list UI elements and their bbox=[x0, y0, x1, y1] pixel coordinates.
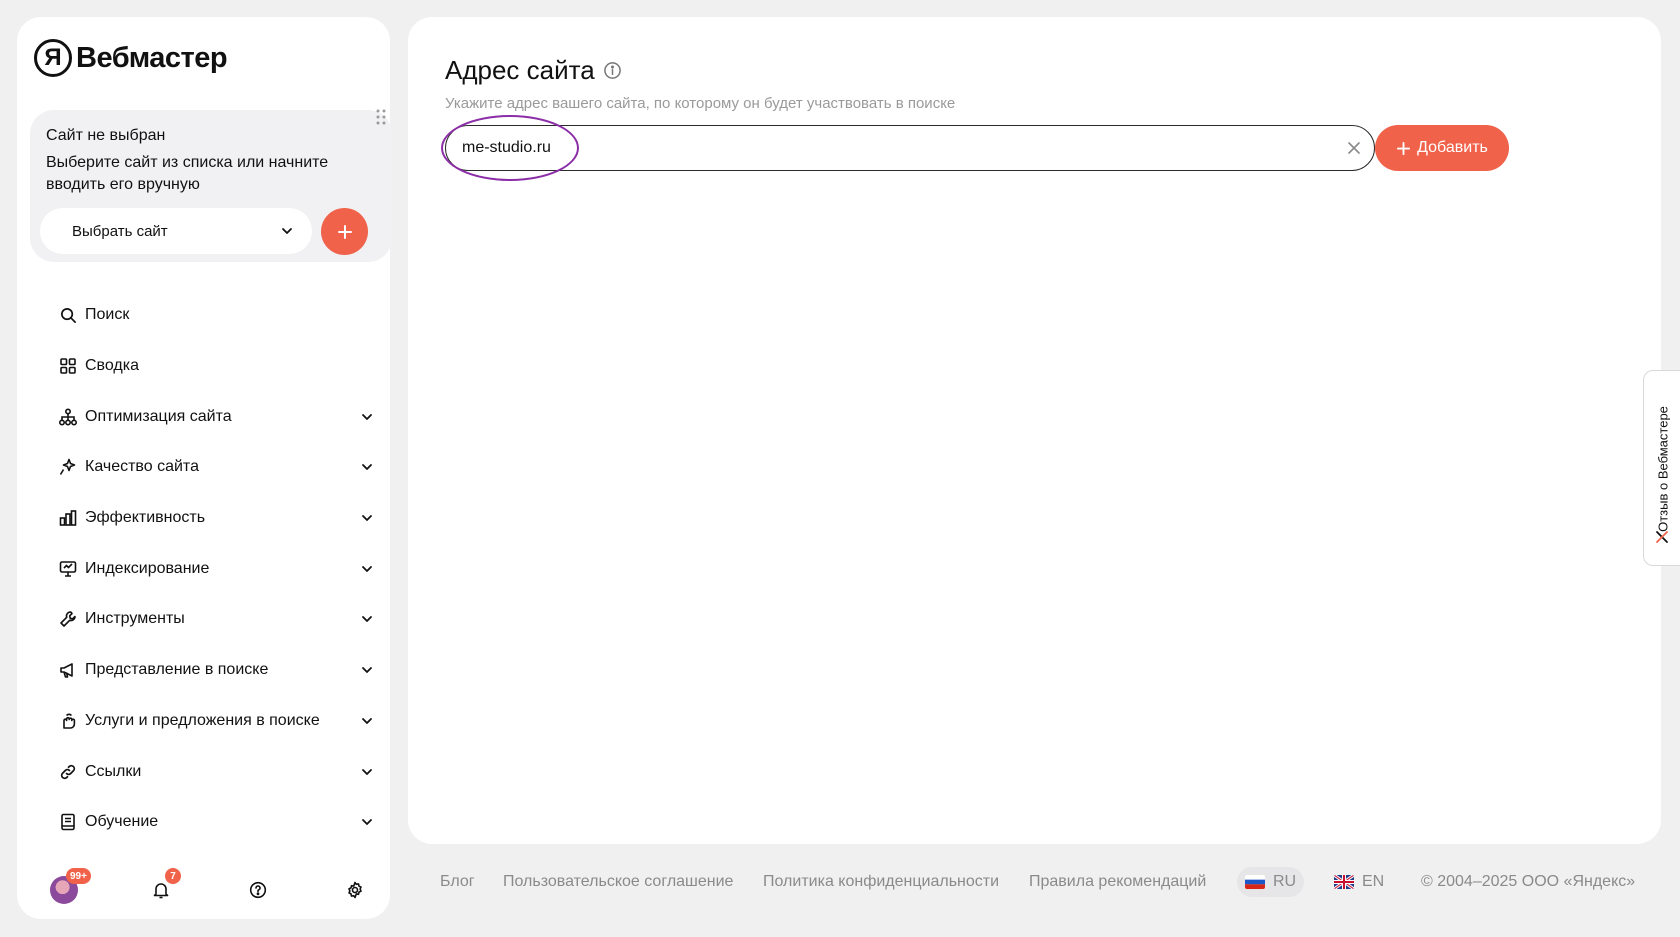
nav-item-summary[interactable]: Сводка bbox=[42, 341, 382, 392]
avatar-badge: 99+ bbox=[66, 868, 91, 884]
help-button[interactable] bbox=[240, 872, 276, 908]
language-ru[interactable]: RU bbox=[1237, 867, 1305, 897]
plus-icon bbox=[1396, 141, 1411, 156]
select-site-label: Выбрать сайт bbox=[72, 222, 168, 240]
hand-icon bbox=[59, 712, 77, 730]
notifications-button[interactable]: 7 bbox=[143, 868, 181, 908]
add-site-button[interactable] bbox=[321, 208, 368, 255]
megaphone-icon bbox=[59, 661, 77, 679]
user-avatar-button[interactable]: 99+ bbox=[46, 868, 91, 908]
uk-flag-icon bbox=[1334, 875, 1354, 889]
site-selector-card: Сайт не выбран Выберите сайт из списка и… bbox=[30, 110, 392, 262]
sidebar-bottom-bar: 99+ 7 bbox=[44, 868, 374, 910]
footer-link-recommendations[interactable]: Правила рекомендаций bbox=[1029, 867, 1206, 897]
link-icon bbox=[59, 763, 77, 781]
select-site-dropdown[interactable]: Выбрать сайт bbox=[40, 208, 312, 254]
page-subtitle: Укажите адрес вашего сайта, по которому … bbox=[445, 95, 956, 112]
add-button-label: Добавить bbox=[1417, 139, 1488, 156]
plus-icon bbox=[337, 224, 353, 240]
sidebar: Я Вебмастер Сайт не выбран Выберите сайт… bbox=[17, 17, 392, 919]
nav-item-label: Услуги и предложения в поиске bbox=[85, 711, 320, 729]
nav-item-label: Оптимизация сайта bbox=[85, 407, 232, 425]
grid-icon bbox=[59, 357, 77, 375]
nav-item-optimization[interactable]: Оптимизация сайта bbox=[42, 391, 382, 442]
nav-item-label: Индексирование bbox=[85, 559, 210, 577]
notifications-badge: 7 bbox=[165, 868, 181, 884]
add-site-submit-button[interactable]: Добавить bbox=[1375, 125, 1509, 171]
nav-item-label: Поиск bbox=[85, 306, 130, 324]
logo-text: Вебмастер bbox=[76, 41, 228, 74]
nav-item-search[interactable]: Поиск bbox=[42, 290, 382, 341]
nav-item-learning[interactable]: Обучение bbox=[42, 797, 382, 848]
nav-item-indexing[interactable]: Индексирование bbox=[42, 543, 382, 594]
nav-item-label: Инструменты bbox=[85, 610, 185, 628]
book-icon bbox=[59, 813, 77, 831]
gear-icon bbox=[346, 881, 364, 899]
nav-item-label: Сводка bbox=[85, 357, 140, 375]
help-icon bbox=[249, 881, 267, 899]
search-icon bbox=[59, 306, 77, 324]
sidebar-drag-handle[interactable] bbox=[376, 109, 386, 125]
sparkle-icon bbox=[59, 458, 77, 476]
nav-item-label: Эффективность bbox=[85, 509, 206, 527]
settings-button[interactable] bbox=[337, 872, 373, 908]
nav-item-links[interactable]: Ссылки bbox=[42, 746, 382, 797]
language-en-label: EN bbox=[1362, 873, 1385, 890]
chevron-down-icon bbox=[360, 612, 374, 626]
site-card-title: Сайт не выбран bbox=[46, 127, 166, 144]
sidebar-nav: Поиск Сводка Оптимизация сайта Качество … bbox=[42, 290, 382, 848]
footer-link-agreement[interactable]: Пользовательское соглашение bbox=[503, 867, 733, 897]
clear-icon[interactable] bbox=[1348, 142, 1360, 154]
chevron-down-icon bbox=[360, 410, 374, 424]
footer-link-privacy[interactable]: Политика конфиденциальности bbox=[763, 867, 999, 897]
feedback-label: Отзыв о Вебмастере bbox=[1655, 406, 1671, 532]
nav-item-efficiency[interactable]: Эффективность bbox=[42, 493, 382, 544]
bell-icon bbox=[152, 881, 170, 899]
copyright: © 2004–2025 ООО «Яндекс» bbox=[1421, 873, 1636, 890]
chevron-down-icon bbox=[360, 714, 374, 728]
feedback-icon bbox=[1653, 528, 1671, 546]
language-en[interactable]: EN bbox=[1334, 867, 1384, 897]
main-content: Адрес сайта Укажите адрес вашего сайта, … bbox=[408, 17, 1661, 844]
yandex-logo-icon: Я bbox=[34, 39, 72, 77]
chevron-down-icon bbox=[360, 562, 374, 576]
nav-item-label: Представление в поиске bbox=[85, 661, 269, 679]
monitor-icon bbox=[59, 560, 77, 578]
chevron-down-icon bbox=[360, 511, 374, 525]
site-url-field[interactable] bbox=[445, 125, 1375, 171]
nav-item-label: Обучение bbox=[85, 813, 159, 831]
chevron-down-icon bbox=[360, 460, 374, 474]
chevron-down-icon bbox=[360, 765, 374, 779]
chevron-down-icon bbox=[360, 815, 374, 829]
footer-link-blog[interactable]: Блог bbox=[440, 867, 475, 897]
page-title: Адрес сайта bbox=[445, 55, 622, 86]
nav-item-tools[interactable]: Инструменты bbox=[42, 594, 382, 645]
nav-item-label: Качество сайта bbox=[85, 458, 199, 476]
language-ru-label: RU bbox=[1273, 873, 1297, 890]
site-card-hint: Выберите сайт из списка или начните ввод… bbox=[46, 154, 329, 193]
chevron-down-icon bbox=[360, 663, 374, 677]
logo[interactable]: Я Вебмастер bbox=[34, 39, 228, 77]
hierarchy-icon bbox=[59, 408, 77, 426]
nav-item-search-appearance[interactable]: Представление в поиске bbox=[42, 645, 382, 696]
russia-flag-icon bbox=[1245, 875, 1265, 889]
page-title-text: Адрес сайта bbox=[445, 55, 595, 85]
bar-chart-icon bbox=[59, 509, 77, 527]
nav-item-quality[interactable]: Качество сайта bbox=[42, 442, 382, 493]
wrench-icon bbox=[59, 610, 77, 628]
site-url-input[interactable] bbox=[462, 139, 1322, 157]
nav-item-label: Ссылки bbox=[85, 762, 142, 780]
info-icon[interactable] bbox=[603, 61, 622, 80]
feedback-tab[interactable]: Отзыв о Вебмастере bbox=[1643, 370, 1680, 566]
chevron-down-icon bbox=[280, 224, 294, 238]
nav-item-services[interactable]: Услуги и предложения в поиске bbox=[42, 696, 382, 747]
